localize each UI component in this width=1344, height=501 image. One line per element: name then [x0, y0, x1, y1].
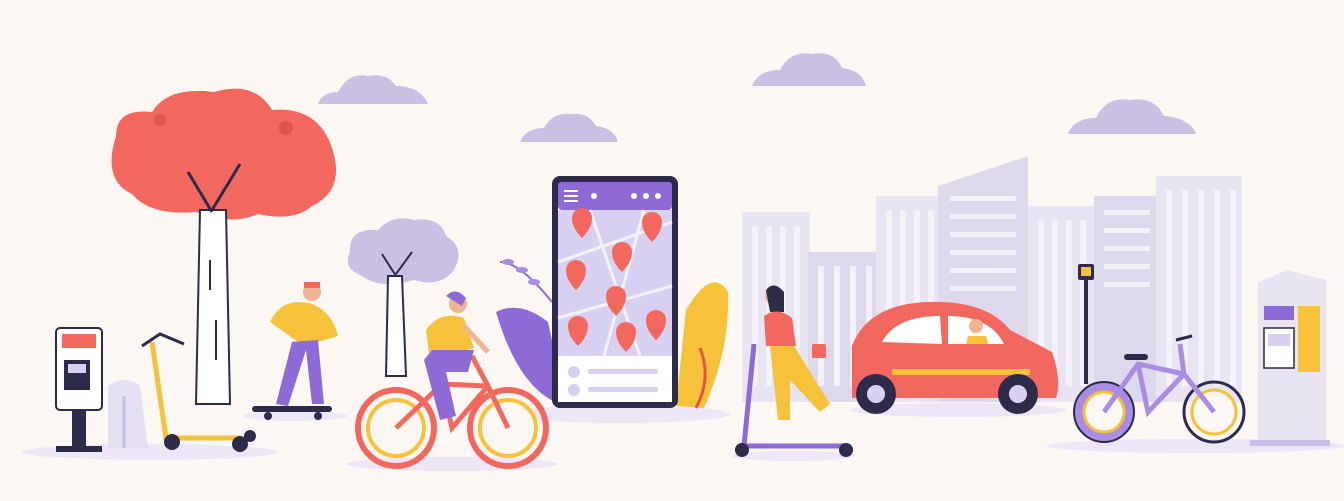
urban-mobility-illustration [0, 0, 1344, 501]
building-icon [1094, 196, 1160, 402]
list-panel [558, 356, 672, 402]
charging-station-icon [1250, 270, 1330, 446]
skateboard-icon [252, 406, 332, 412]
smartphone-map-icon [552, 176, 678, 408]
